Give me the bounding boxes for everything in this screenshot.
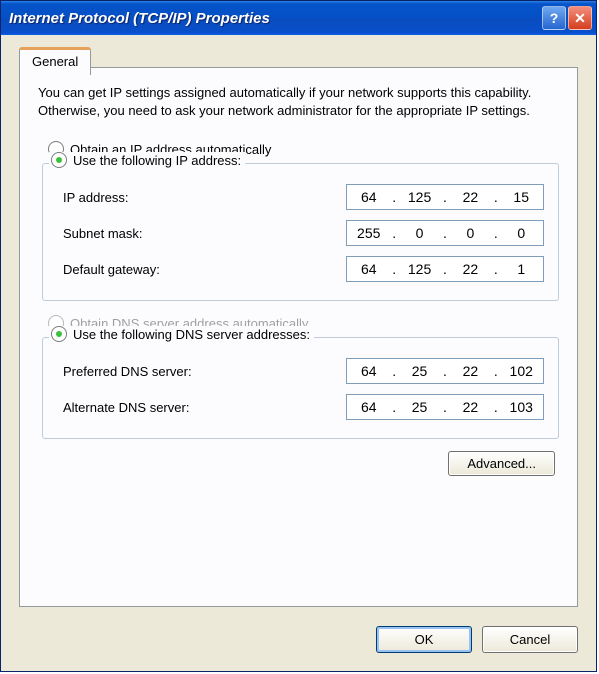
dns2-octet-2[interactable] bbox=[400, 398, 440, 416]
ip-dot-icon: . bbox=[494, 261, 498, 277]
ip-dot-icon: . bbox=[443, 399, 447, 415]
ip-dot-icon: . bbox=[443, 261, 447, 277]
intro-text: You can get IP settings assigned automat… bbox=[38, 84, 559, 119]
tab-general-label: General bbox=[32, 54, 78, 69]
ip-octet-4[interactable] bbox=[501, 188, 541, 206]
dns1-octet-4[interactable] bbox=[501, 362, 541, 380]
dns1-octet-1[interactable] bbox=[349, 362, 389, 380]
close-icon: ✕ bbox=[574, 10, 586, 27]
radio-use-dns-label: Use the following DNS server addresses: bbox=[73, 327, 310, 342]
ip-dot-icon: . bbox=[494, 363, 498, 379]
dns1-octet-3[interactable] bbox=[450, 362, 490, 380]
gw-octet-4[interactable] bbox=[501, 260, 541, 278]
ip-octet-2[interactable] bbox=[400, 188, 440, 206]
tab-strip: General bbox=[19, 47, 91, 75]
ip-dot-icon: . bbox=[494, 399, 498, 415]
ip-dot-icon: . bbox=[443, 189, 447, 205]
ip-settings-group: Use the following IP address: IP address… bbox=[42, 163, 559, 301]
mask-octet-3[interactable] bbox=[450, 224, 490, 242]
dns2-octet-1[interactable] bbox=[349, 398, 389, 416]
preferred-dns-input[interactable]: . . . bbox=[346, 358, 544, 384]
gw-octet-2[interactable] bbox=[400, 260, 440, 278]
dns2-octet-4[interactable] bbox=[501, 398, 541, 416]
help-button[interactable]: ? bbox=[542, 6, 566, 30]
radio-use-ip[interactable]: Use the following IP address: bbox=[49, 152, 245, 168]
ip-dot-icon: . bbox=[392, 261, 396, 277]
ip-dot-icon: . bbox=[392, 189, 396, 205]
ip-address-label: IP address: bbox=[57, 190, 129, 205]
cancel-button[interactable]: Cancel bbox=[482, 626, 578, 653]
ip-dot-icon: . bbox=[443, 363, 447, 379]
tab-panel-general: You can get IP settings assigned automat… bbox=[19, 67, 578, 607]
close-button[interactable]: ✕ bbox=[568, 6, 592, 30]
ip-octet-1[interactable] bbox=[349, 188, 389, 206]
mask-octet-4[interactable] bbox=[501, 224, 541, 242]
help-icon: ? bbox=[550, 10, 559, 26]
ip-dot-icon: . bbox=[494, 189, 498, 205]
gw-octet-3[interactable] bbox=[450, 260, 490, 278]
radio-use-dns[interactable]: Use the following DNS server addresses: bbox=[49, 326, 314, 342]
default-gateway-input[interactable]: . . . bbox=[346, 256, 544, 282]
advanced-button[interactable]: Advanced... bbox=[448, 451, 555, 476]
titlebar-buttons: ? ✕ bbox=[542, 6, 592, 30]
ip-dot-icon: . bbox=[392, 363, 396, 379]
mask-octet-1[interactable] bbox=[349, 224, 389, 242]
default-gateway-label: Default gateway: bbox=[57, 262, 160, 277]
ip-dot-icon: . bbox=[392, 399, 396, 415]
window-title: Internet Protocol (TCP/IP) Properties bbox=[9, 10, 270, 27]
ip-octet-3[interactable] bbox=[450, 188, 490, 206]
radio-use-ip-label: Use the following IP address: bbox=[73, 153, 241, 168]
dialog-content: General You can get IP settings assigned… bbox=[5, 39, 592, 667]
subnet-mask-label: Subnet mask: bbox=[57, 226, 143, 241]
dns1-octet-2[interactable] bbox=[400, 362, 440, 380]
preferred-dns-label: Preferred DNS server: bbox=[57, 364, 192, 379]
dns-settings-group: Use the following DNS server addresses: … bbox=[42, 337, 559, 439]
dns2-octet-3[interactable] bbox=[450, 398, 490, 416]
dialog-buttons: OK Cancel bbox=[376, 626, 578, 653]
radio-icon bbox=[51, 152, 67, 168]
mask-octet-2[interactable] bbox=[400, 224, 440, 242]
radio-icon bbox=[51, 326, 67, 342]
title-bar[interactable]: Internet Protocol (TCP/IP) Properties ? … bbox=[1, 1, 596, 35]
subnet-mask-input[interactable]: . . . bbox=[346, 220, 544, 246]
tab-general[interactable]: General bbox=[19, 47, 91, 75]
alternate-dns-label: Alternate DNS server: bbox=[57, 400, 189, 415]
dialog-window: Internet Protocol (TCP/IP) Properties ? … bbox=[0, 0, 597, 672]
ip-dot-icon: . bbox=[443, 225, 447, 241]
ip-dot-icon: . bbox=[392, 225, 396, 241]
ip-dot-icon: . bbox=[494, 225, 498, 241]
ok-button[interactable]: OK bbox=[376, 626, 472, 653]
alternate-dns-input[interactable]: . . . bbox=[346, 394, 544, 420]
gw-octet-1[interactable] bbox=[349, 260, 389, 278]
ip-address-input[interactable]: . . . bbox=[346, 184, 544, 210]
